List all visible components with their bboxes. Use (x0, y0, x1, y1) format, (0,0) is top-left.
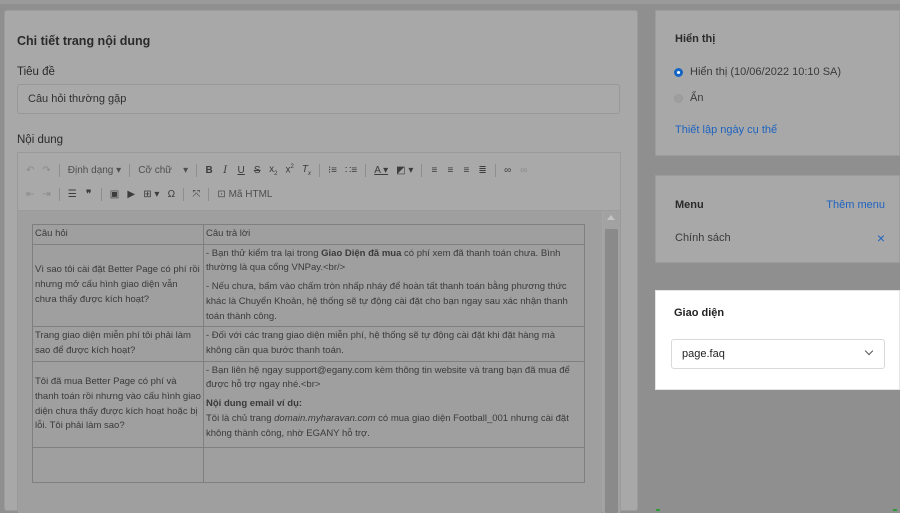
special-char-icon[interactable]: Ω (167, 189, 175, 200)
table-cell: Vì sao tôi cài đặt Better Page có phí rồ… (32, 243, 204, 328)
table-row: Tôi đã mua Better Page có phí và thanh t… (32, 360, 585, 449)
toolbar-divider (100, 187, 102, 201)
title-input[interactable]: Câu hỏi thường gặp (17, 84, 620, 114)
table-cell: - Bạn thử kiểm tra lại trong Giao Diện đ… (203, 243, 585, 328)
unlink-icon[interactable]: ∞ (520, 165, 528, 176)
table-cell: - Bạn liên hệ ngay support@egany.com kèm… (203, 360, 585, 449)
content-label: Nội dung (17, 134, 64, 146)
html-source-button[interactable]: ⊡ Mã HTML (217, 189, 272, 200)
add-menu-link[interactable]: Thêm menu (826, 199, 885, 211)
outdent-icon[interactable]: ⇤ (26, 189, 34, 200)
superscript-icon[interactable]: x2 (286, 164, 294, 175)
toolbar-divider (318, 163, 320, 177)
theme-select[interactable]: page.faq (671, 339, 885, 369)
italic-icon[interactable]: I (221, 165, 229, 176)
align-left-icon[interactable]: ≡ (430, 165, 438, 176)
editor-scrollbar[interactable] (603, 211, 620, 513)
toolbar-divider (58, 163, 60, 177)
scroll-up-icon[interactable] (607, 215, 615, 220)
format-dropdown[interactable]: Định dạng ▾ (68, 165, 121, 176)
background-color-icon[interactable]: ◩ ▾ (396, 165, 413, 176)
table-cell: Tôi đã mua Better Page có phí và thanh t… (32, 360, 204, 449)
align-justify-icon[interactable]: ≣ (478, 165, 486, 176)
indent-icon[interactable]: ⇥ (42, 189, 50, 200)
set-date-link[interactable]: Thiết lập ngày cụ thể (675, 124, 777, 136)
radio-unselected-icon[interactable] (674, 93, 683, 103)
visibility-panel: Hiển thị Hiển thị (10/06/2022 10:10 SA) … (655, 10, 900, 156)
table-cell (32, 447, 204, 484)
clear-format-icon[interactable]: Tx (302, 164, 311, 177)
toolbar-divider (183, 187, 185, 201)
fullscreen-icon[interactable]: ⤧ (192, 189, 200, 200)
strikethrough-icon[interactable]: S (253, 165, 261, 176)
blockquote-icon[interactable]: ❞ (85, 189, 93, 200)
link-icon[interactable]: ∞ (504, 165, 512, 176)
theme-panel: Giao diện page.faq (655, 290, 900, 390)
visibility-option-visible[interactable]: Hiển thị (10/06/2022 10:10 SA) (674, 66, 841, 78)
visibility-title: Hiển thị (675, 33, 716, 45)
theme-title: Giao diện (674, 307, 725, 319)
table-row (32, 447, 585, 484)
menu-item: Chính sách (675, 232, 731, 244)
undo-icon[interactable]: ↶ (26, 165, 34, 176)
table-cell: Trang giao diện miễn phí tôi phải làm sa… (32, 326, 204, 362)
toolbar-divider (365, 163, 367, 177)
table-cell: - Đối với các trang giao diện miễn phí, … (203, 326, 585, 362)
toolbar-divider (208, 187, 210, 201)
redo-icon[interactable]: ↷ (42, 165, 50, 176)
table-header: Câu trả lời (203, 224, 585, 245)
faq-table: Câu hỏi Câu trả lời Vì sao tôi cài đặt B… (32, 224, 585, 484)
chevron-down-icon: ▾ (116, 164, 122, 176)
editor-content-area[interactable]: Câu hỏi Câu trả lời Vì sao tôi cài đặt B… (18, 211, 602, 513)
underline-icon[interactable]: U (237, 165, 245, 176)
chevron-down-icon: ▾ (183, 164, 189, 176)
align-right-icon[interactable]: ≡ (462, 165, 470, 176)
table-row: Trang giao diện miễn phí tôi phải làm sa… (32, 326, 585, 362)
ordered-list-icon[interactable]: ⁝≡ (328, 165, 337, 176)
scrollbar-thumb[interactable] (605, 229, 618, 513)
table-row: Vì sao tôi cài đặt Better Page có phí rồ… (32, 243, 585, 328)
panel-title: Chi tiết trang nội dung (17, 34, 151, 48)
content-detail-panel: Chi tiết trang nội dung Tiêu đề Câu hỏi … (4, 10, 638, 513)
visibility-option-hidden[interactable]: Ẩn (674, 92, 703, 104)
title-label: Tiêu đề (17, 66, 55, 78)
subscript-icon[interactable]: x2 (269, 164, 277, 177)
menu-title: Menu (675, 199, 704, 211)
table-header: Câu hỏi (32, 224, 204, 245)
toolbar-divider (196, 163, 198, 177)
bold-icon[interactable]: B (205, 165, 213, 176)
code-icon: ⊡ (217, 188, 226, 200)
toolbar-divider (421, 163, 423, 177)
rich-text-editor[interactable]: ↶ ↷ Định dạng ▾ Cỡ chữ ▾ B I U S x2 x2 T… (17, 152, 621, 513)
align-center-icon[interactable]: ≡ (446, 165, 454, 176)
horizontal-rule-icon[interactable]: ☰ (68, 189, 77, 200)
table-cell (203, 447, 585, 484)
toolbar-divider (58, 187, 60, 201)
close-icon[interactable]: × (877, 231, 885, 245)
text-color-icon[interactable]: A ▾ (374, 165, 388, 176)
top-strip (0, 0, 900, 4)
image-icon[interactable]: ▣ (110, 189, 119, 200)
video-icon[interactable]: ▶ (127, 189, 135, 200)
chevron-down-icon (864, 346, 874, 356)
menu-panel: Menu Thêm menu Chính sách × (655, 175, 900, 263)
bullet-list-icon[interactable]: ∷≡ (345, 165, 357, 176)
editor-toolbar: ↶ ↷ Định dạng ▾ Cỡ chữ ▾ B I U S x2 x2 T… (18, 153, 620, 211)
toolbar-divider (494, 163, 496, 177)
table-row: Câu hỏi Câu trả lời (32, 224, 585, 245)
toolbar-divider (129, 163, 131, 177)
radio-selected-icon[interactable] (674, 67, 683, 77)
fontsize-dropdown[interactable]: Cỡ chữ ▾ (138, 165, 188, 176)
table-icon[interactable]: ⊞ ▾ (143, 189, 159, 200)
